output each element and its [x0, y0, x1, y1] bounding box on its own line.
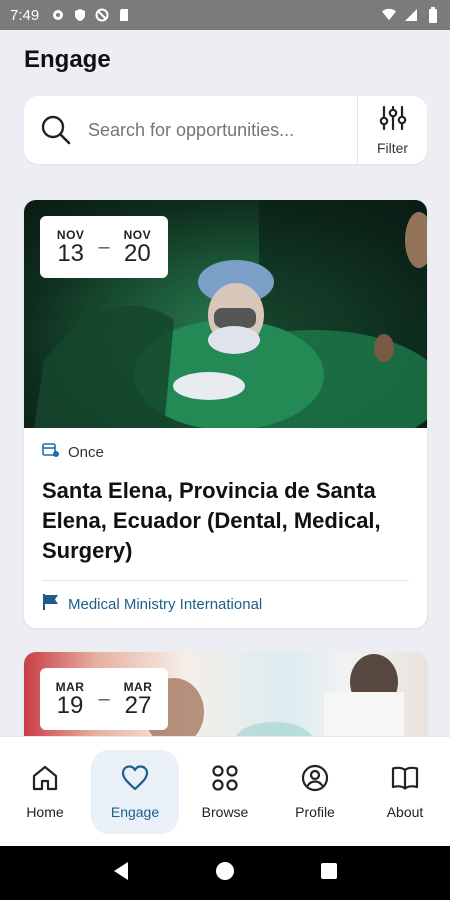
- start-day: 13: [57, 240, 85, 267]
- nav-home-label: Home: [26, 804, 64, 820]
- start-date: MAR 19: [56, 680, 85, 718]
- battery-icon: [426, 7, 440, 23]
- nav-about[interactable]: About: [361, 750, 449, 834]
- start-day: 19: [56, 692, 84, 719]
- sync-off-icon: [95, 8, 109, 22]
- heart-icon: [120, 763, 150, 798]
- nav-home[interactable]: Home: [1, 750, 89, 834]
- nav-profile-label: Profile: [295, 804, 335, 820]
- profile-icon: [300, 763, 330, 798]
- signal-icon: [404, 8, 418, 22]
- status-bar: 7:49: [0, 0, 450, 30]
- search-input[interactable]: [88, 119, 357, 141]
- home-icon: [30, 763, 60, 798]
- status-system-icons: [382, 7, 440, 23]
- status-time: 7:49: [10, 6, 40, 24]
- filter-label: Filter: [376, 139, 409, 156]
- grid-icon: [210, 763, 240, 798]
- gear-icon: [51, 8, 65, 22]
- organization-name: Medical Ministry International: [68, 595, 263, 613]
- opportunity-title: Santa Elena, Provincia de Santa Elena, E…: [42, 478, 381, 563]
- search-bar: Filter: [24, 96, 427, 164]
- shield-icon: [73, 8, 87, 22]
- divider: [42, 580, 409, 581]
- end-date: NOV 20: [124, 228, 152, 266]
- back-icon[interactable]: [112, 861, 130, 886]
- frequency-label: Once: [68, 443, 104, 461]
- home-circle-icon[interactable]: [215, 861, 235, 886]
- bottom-navigation: Home Engage Browse Profile About: [0, 736, 450, 846]
- end-day: 27: [124, 692, 152, 719]
- start-date: NOV 13: [57, 228, 85, 266]
- end-day: 20: [123, 240, 151, 267]
- nav-profile[interactable]: Profile: [271, 750, 359, 834]
- nav-engage[interactable]: Engage: [91, 749, 179, 834]
- search-icon[interactable]: [24, 96, 88, 164]
- nav-engage-label: Engage: [110, 804, 160, 820]
- system-navigation-bar: [0, 846, 450, 900]
- flag-icon: [42, 593, 60, 615]
- status-notification-icons: [51, 8, 131, 22]
- opportunity-card[interactable]: NOV 13 – NOV 20 Once Santa Elena, Provin…: [24, 200, 427, 628]
- frequency-row: Once: [42, 442, 409, 462]
- nav-about-label: About: [386, 804, 424, 820]
- calendar-repeat-icon: [42, 442, 60, 462]
- page-title: Engage: [24, 46, 111, 73]
- date-separator: –: [98, 235, 110, 258]
- date-range-badge: NOV 13 – NOV 20: [40, 216, 168, 278]
- opportunity-photo: NOV 13 – NOV 20: [24, 200, 427, 428]
- date-separator: –: [98, 687, 110, 710]
- sd-card-icon: [117, 8, 131, 22]
- sliders-icon: [379, 105, 407, 136]
- recents-icon[interactable]: [320, 862, 338, 885]
- date-range-badge: MAR 19 – MAR 27: [40, 668, 168, 730]
- nav-browse[interactable]: Browse: [181, 750, 269, 834]
- nav-browse-label: Browse: [201, 804, 249, 820]
- opportunity-body: Once Santa Elena, Provincia de Santa Ele…: [24, 428, 427, 615]
- wifi-icon: [382, 8, 396, 22]
- end-date: MAR 27: [124, 680, 153, 718]
- filter-button[interactable]: Filter: [357, 96, 427, 164]
- book-icon: [390, 763, 420, 798]
- organization-row[interactable]: Medical Ministry International: [42, 593, 409, 615]
